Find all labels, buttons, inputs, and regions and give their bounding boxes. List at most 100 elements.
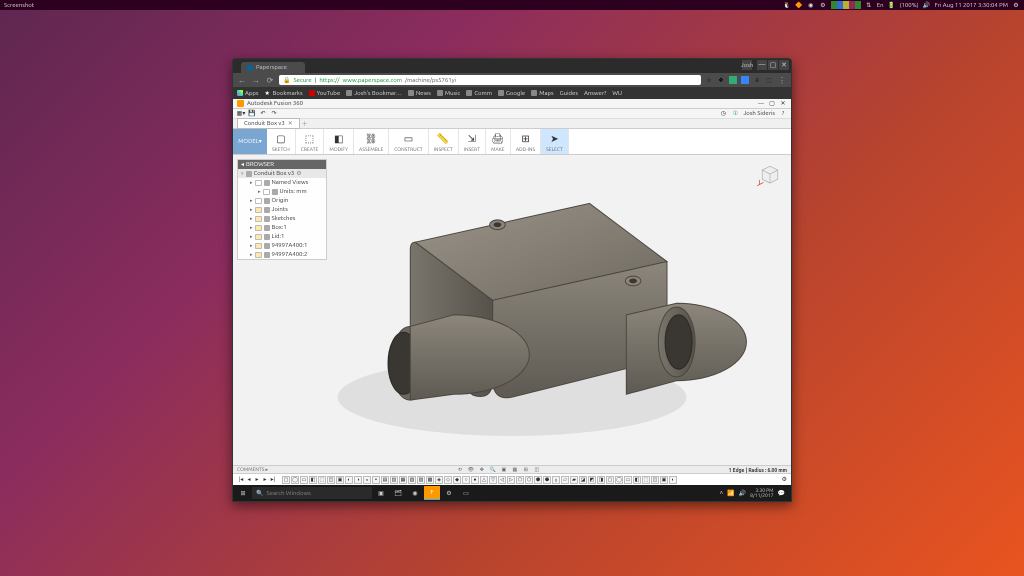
bm-news[interactable]: News (408, 90, 431, 97)
ribbon-construct[interactable]: ▭CONSTRUCT (389, 129, 428, 154)
timeline-feature[interactable]: ▤ (381, 476, 389, 484)
browser-item[interactable]: ▸Lid:1 (238, 232, 326, 241)
bm-maps[interactable]: Maps (531, 90, 553, 97)
timeline-feature[interactable]: ▢ (606, 476, 614, 484)
tb-chrome[interactable]: ◉ (407, 486, 423, 500)
visibility-toggle[interactable] (263, 189, 270, 195)
bm-joshs[interactable]: Josh's Bookmar… (346, 90, 402, 97)
bm-youtube[interactable]: YouTube (309, 90, 341, 97)
notifications-icon[interactable]: 💬 (778, 490, 785, 497)
timeline-feature[interactable]: ▰ (570, 476, 578, 484)
orbit-icon[interactable]: ⟲ (456, 466, 464, 473)
ribbon-select[interactable]: ➤SELECT (541, 129, 569, 154)
bm-apps[interactable]: Apps (237, 90, 259, 97)
timeline-feature[interactable]: ◯ (615, 476, 623, 484)
bm-wu[interactable]: WU (612, 90, 622, 97)
tb-settings[interactable]: ⚙ (441, 486, 457, 500)
ext-icon-1[interactable]: ☆ (705, 76, 713, 84)
timeline-feature[interactable]: ▧ (408, 476, 416, 484)
browser-item[interactable]: ▸Named Views (238, 178, 326, 187)
timeline-feature[interactable]: ⬡ (525, 476, 533, 484)
ribbon-assemble[interactable]: ⛓ASSEMBLE (354, 129, 389, 154)
visibility-toggle[interactable] (255, 252, 262, 258)
visibility-toggle[interactable] (255, 207, 262, 213)
browser-item[interactable]: ▸Joints (238, 205, 326, 214)
browser-root[interactable]: ▿Conduit Box v3 ⚙ (238, 169, 326, 178)
timeline-feature[interactable]: ⬚ (642, 476, 650, 484)
visibility-toggle[interactable] (255, 225, 262, 231)
timeline-feature[interactable]: ◐ (669, 476, 677, 484)
comments-toggle[interactable]: COMMENTS ▸ (237, 466, 268, 473)
search-windows-input[interactable]: 🔍 Search Windows (252, 487, 372, 499)
chrome-tab-paperspace[interactable]: Paperspace (241, 62, 305, 73)
ext-icon-5[interactable]: ≡ (753, 76, 761, 84)
forward-button[interactable]: → (251, 76, 261, 85)
timeline-feature[interactable]: ⬚ (318, 476, 326, 484)
timeline-feature[interactable]: ▣ (336, 476, 344, 484)
tl-settings-icon[interactable]: ⚙ (782, 476, 787, 483)
chrome-tray-icon[interactable]: ◉ (807, 1, 815, 9)
timeline-feature[interactable]: ▭ (624, 476, 632, 484)
tb-explorer[interactable]: 🗂 (390, 486, 406, 500)
timeline-feature[interactable]: ▽ (489, 476, 497, 484)
undo-icon[interactable]: ↶ (259, 110, 267, 118)
timeline-feature[interactable]: ◧ (309, 476, 317, 484)
bm-google[interactable]: Google (498, 90, 525, 97)
timeline-feature[interactable]: ◒ (363, 476, 371, 484)
fit-icon[interactable]: ▣ (500, 466, 508, 473)
reload-button[interactable]: ⟳ (265, 76, 275, 85)
timeline-feature[interactable]: ◁ (498, 476, 506, 484)
save-icon[interactable]: 💾 (248, 110, 256, 118)
doc-tab-add-button[interactable]: ＋ (302, 119, 308, 128)
look-icon[interactable]: 👁 (467, 466, 475, 473)
timeline-feature[interactable]: ◫ (327, 476, 335, 484)
sound-icon[interactable]: 🔊 (739, 490, 746, 497)
timeline-feature[interactable]: ○ (462, 476, 470, 484)
browser-item[interactable]: ▸Units: mm (238, 187, 326, 196)
timeline-feature[interactable]: ◇ (444, 476, 452, 484)
browser-header[interactable]: ◂ BROWSER (238, 160, 326, 169)
timeline-feature[interactable]: ▣ (660, 476, 668, 484)
tray-icon-1[interactable]: 🐧 (783, 1, 791, 9)
timeline-feature[interactable]: ▥ (390, 476, 398, 484)
timeline-feature[interactable]: ◪ (579, 476, 587, 484)
browser-item[interactable]: ▸Origin (238, 196, 326, 205)
timeline-feature[interactable]: ⬣ (543, 476, 551, 484)
url-bar[interactable]: 🔒 Secure | https://www.paperspace.com/ma… (279, 75, 701, 85)
window-maximize-button[interactable]: ▢ (768, 60, 778, 70)
visibility-toggle[interactable] (255, 216, 262, 222)
visibility-toggle[interactable] (255, 180, 262, 186)
ribbon-modify[interactable]: ◧MODIFY (324, 129, 354, 154)
bm-comm[interactable]: Comm (466, 90, 492, 97)
bm-answer[interactable]: Answer? (584, 90, 606, 97)
timeline-feature[interactable]: ◐ (345, 476, 353, 484)
window-close-button[interactable]: ✕ (779, 60, 789, 70)
timeline-feature[interactable]: ▱ (561, 476, 569, 484)
doc-tab-close-icon[interactable]: ✕ (288, 120, 293, 127)
bm-guides[interactable]: Guides (560, 90, 578, 97)
viewport-icon[interactable]: ◫ (533, 466, 541, 473)
ext-icon-2[interactable]: ❖ (717, 76, 725, 84)
timeline-feature[interactable]: ◑ (354, 476, 362, 484)
browser-item[interactable]: ▸Sketches (238, 214, 326, 223)
timeline-feature[interactable]: ▩ (426, 476, 434, 484)
tl-end-icon[interactable]: ▸| (269, 476, 277, 484)
timeline-feature[interactable]: ▭ (300, 476, 308, 484)
timeline-feature[interactable]: ◯ (291, 476, 299, 484)
visibility-toggle[interactable] (255, 234, 262, 240)
visibility-toggle[interactable] (255, 243, 262, 249)
browser-item[interactable]: ▸94997A400:2 (238, 250, 326, 259)
ribbon-create[interactable]: ⬚CREATE (296, 129, 325, 154)
settings-dots-icon[interactable]: ⚙ (296, 170, 301, 177)
view-cube[interactable] (757, 161, 783, 187)
language-indicator[interactable]: En (877, 2, 884, 9)
tl-next-icon[interactable]: ▸ (261, 476, 269, 484)
timeline-feature[interactable]: ◧ (633, 476, 641, 484)
timeline-feature[interactable]: ◊ (552, 476, 560, 484)
timeline-feature[interactable]: ◩ (588, 476, 596, 484)
timeline-feature[interactable]: ▦ (399, 476, 407, 484)
timeline-feature[interactable]: △ (480, 476, 488, 484)
tray-up-icon[interactable]: ˄ (720, 490, 724, 497)
tb-app[interactable]: ▭ (458, 486, 474, 500)
tl-play-icon[interactable]: ▸ (253, 476, 261, 484)
